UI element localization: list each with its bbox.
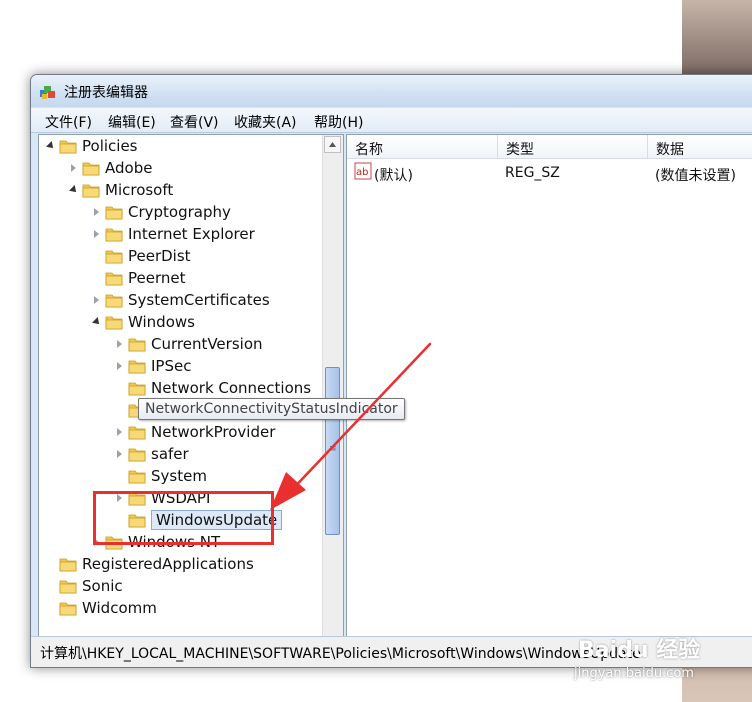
tree-node-label: Windows [128,313,195,331]
title-bar[interactable]: 注册表编辑器 [31,75,752,107]
column-header-name[interactable]: 名称 [347,135,498,159]
folder-icon [59,138,77,154]
tree-node-label: Peernet [128,269,186,287]
folder-icon [105,204,123,220]
scroll-up-button[interactable] [324,136,341,153]
scrollbar-corner [323,667,343,668]
folder-icon [82,182,100,198]
registry-app-icon [40,86,55,99]
collapsed-arrow-icon[interactable] [94,208,99,216]
string-value-icon: ab [354,162,372,180]
expanded-arrow-icon[interactable] [69,185,79,195]
tree-node-label: Network Connections [151,379,312,397]
registry-editor-window: 注册表编辑器 文件(F) 编辑(E) 查看(V) 收藏夹(A) 帮助(H) Po… [30,74,752,668]
tree-node-label: PeerDist [128,247,191,265]
menu-edit[interactable]: 编辑(E) [108,112,156,132]
tree-node-label: NetworkProvider [151,423,276,441]
tree-vertical-scroll-thumb[interactable]: ≡ [325,367,340,535]
tree-node-label: SystemCertificates [128,291,270,309]
value-type: REG_SZ [505,165,560,181]
tree-item-tooltip: NetworkConnectivityStatusIndicator [138,398,405,420]
baidu-jingyan-watermark: Baidu 经验 jingyan.baidu.com [572,628,742,684]
watermark-url: jingyan.baidu.com [574,666,694,681]
folder-icon [59,578,77,594]
folder-icon [105,248,123,264]
grip-icon: ≡ [329,444,337,454]
svg-text:ab: ab [356,167,368,178]
tree-node-label: Sonic [82,577,123,595]
tree-node-label: RegisteredApplications [82,555,254,573]
tree-node-label: Internet Explorer [128,225,255,243]
tree-node-label: Microsoft [105,181,174,199]
tree-node-label: Cryptography [128,203,231,221]
folder-icon [128,358,146,374]
folder-icon [128,380,146,396]
value-data: (数值未设置) [655,168,736,184]
collapsed-arrow-icon[interactable] [117,340,122,348]
menu-help[interactable]: 帮助(H) [314,112,363,132]
folder-icon [59,556,77,572]
collapsed-arrow-icon[interactable] [117,428,122,436]
folder-icon [105,292,123,308]
window-title: 注册表编辑器 [64,85,148,101]
tree-node-label: IPSec [151,357,192,375]
menu-bar: 文件(F) 编辑(E) 查看(V) 收藏夹(A) 帮助(H) [31,108,752,133]
folder-icon [82,160,100,176]
folder-icon [105,270,123,286]
registry-path: 计算机\HKEY_LOCAL_MACHINE\SOFTWARE\Policies… [40,646,641,662]
value-name: (默认) [374,168,413,184]
menu-file[interactable]: 文件(F) [45,112,92,132]
annotation-highlight-box [93,491,274,545]
tree-node-label: CurrentVersion [151,335,263,353]
scroll-up-icon [329,142,336,147]
collapsed-arrow-icon[interactable] [71,164,76,172]
values-list-pane: 名称 类型 数据 ab (默认) REG_SZ (数值未设置) [346,134,752,667]
folder-icon [105,314,123,330]
collapsed-arrow-icon[interactable] [94,230,99,238]
column-header-data[interactable]: 数据 [648,135,752,159]
folder-icon [128,468,146,484]
folder-icon [105,226,123,242]
folder-icon [128,424,146,440]
folder-icon [59,600,77,616]
column-header-type[interactable]: 类型 [498,135,648,159]
tree-node-label: System [151,467,207,485]
tree-node-label: safer [151,445,189,463]
tree-node-label: Widcomm [82,599,157,617]
expanded-arrow-icon[interactable] [92,317,102,327]
folder-icon [128,336,146,352]
menu-view[interactable]: 查看(V) [170,112,219,132]
tree-node-label: Adobe [105,159,153,177]
collapsed-arrow-icon[interactable] [117,362,122,370]
tree-node-label: Policies [82,137,138,155]
folder-icon [128,446,146,462]
collapsed-arrow-icon[interactable] [117,450,122,458]
watermark-logo: Baidu 经验 [578,638,701,663]
collapsed-arrow-icon[interactable] [94,296,99,304]
menu-favorites[interactable]: 收藏夹(A) [234,112,297,132]
expanded-arrow-icon[interactable] [46,141,56,151]
